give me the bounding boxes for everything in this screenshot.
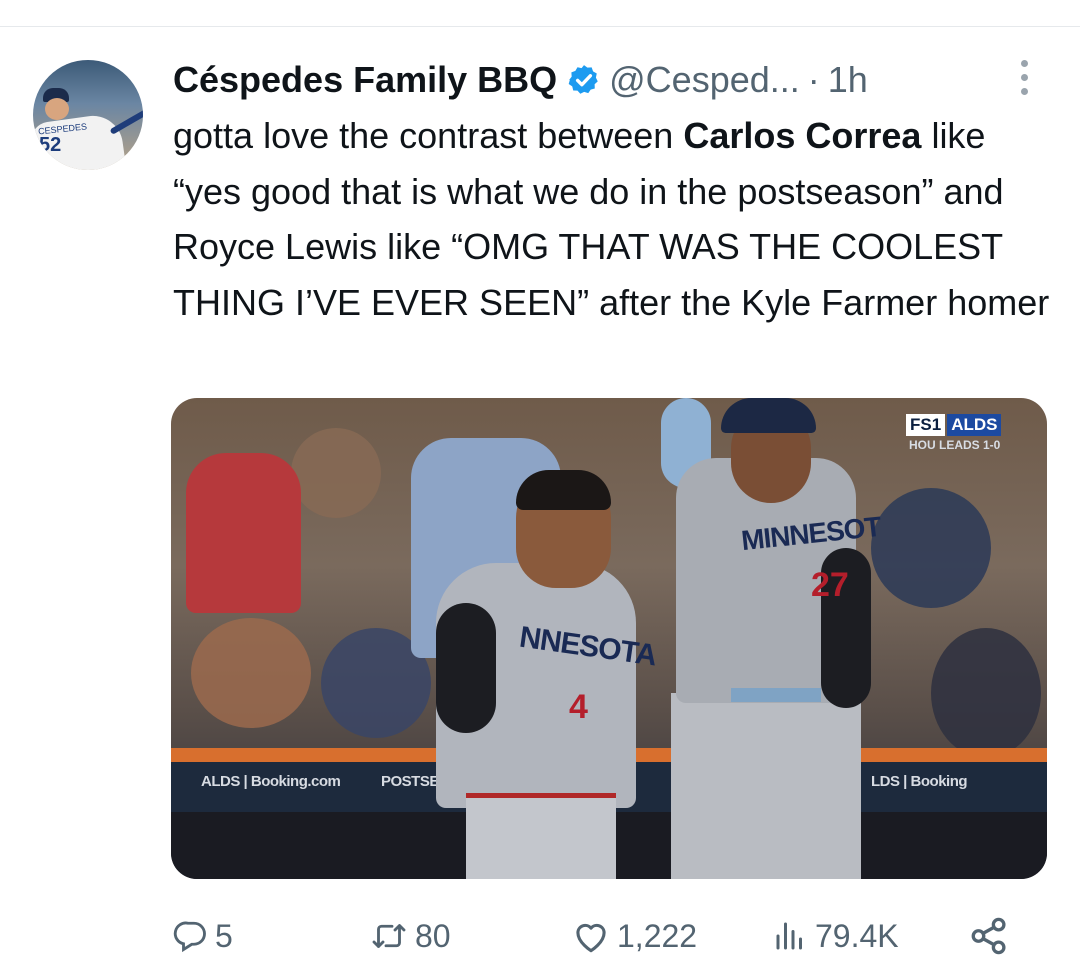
views-button[interactable]: 79.4K [771,912,899,960]
ad-text-right: LDS | Booking [871,773,968,790]
series-score: HOU LEADS 1-0 [909,438,1001,452]
player-correa-hair [516,470,611,510]
tweet-actions: 5 80 1,222 79.4K [173,912,1023,960]
avatar[interactable]: CESPEDES 52 [33,60,143,170]
network-logo: FS1 [906,414,946,436]
reply-count: 5 [215,917,233,954]
crowd-fan [931,628,1041,758]
more-options-icon[interactable] [1012,60,1036,100]
player-correa-pants [466,798,616,879]
tweet-header: Céspedes Family BBQ @Cesped... · 1h [173,52,868,108]
separator-dot: · [807,59,820,100]
crowd-fan [191,618,311,728]
avatar-bat [109,107,143,135]
player-lewis-belt [731,688,821,702]
views-count: 79.4K [815,917,899,954]
reply-button[interactable]: 5 [173,912,233,960]
share-button[interactable] [968,912,1016,960]
ad-text-left: ALDS | Booking.com [201,773,341,790]
timestamp[interactable]: 1h [828,59,868,101]
player-lewis-pants [671,693,861,879]
tweet-text-part1: gotta love the contrast between [173,115,684,156]
crowd-fan [291,428,381,518]
avatar-face [45,98,69,120]
like-button[interactable]: 1,222 [571,912,697,960]
retweet-count: 80 [415,917,451,954]
network-bug: FS1 ALDS [906,414,1002,436]
jersey-1-number: 4 [569,688,588,726]
display-name[interactable]: Céspedes Family BBQ [173,59,557,101]
tweet-media-image[interactable]: ALDS | Booking.com POSTSEA LDS | Booking… [171,398,1047,879]
like-count: 1,222 [617,917,698,954]
avatar-jersey-number: 52 [39,134,62,156]
mention-carlos-correa: Carlos Correa [683,115,922,156]
player-lewis-cap [721,398,816,433]
jersey-2-number: 27 [811,566,849,604]
crowd-fan [871,488,991,608]
verified-badge-icon [568,65,598,94]
retweet-icon [372,924,406,948]
player-correa-arm [436,603,496,733]
heart-icon [576,923,606,953]
fan-red-shirt [186,453,301,613]
handle[interactable]: @Cesped... [609,59,800,101]
series-label: ALDS [947,414,1002,436]
retweet-button[interactable]: 80 [369,912,451,960]
reply-icon [173,921,206,953]
top-divider [0,26,1080,27]
share-icon [971,917,1006,955]
tweet-text: gotta love the contrast between Carlos C… [173,108,1063,330]
views-chart-icon [776,922,802,950]
